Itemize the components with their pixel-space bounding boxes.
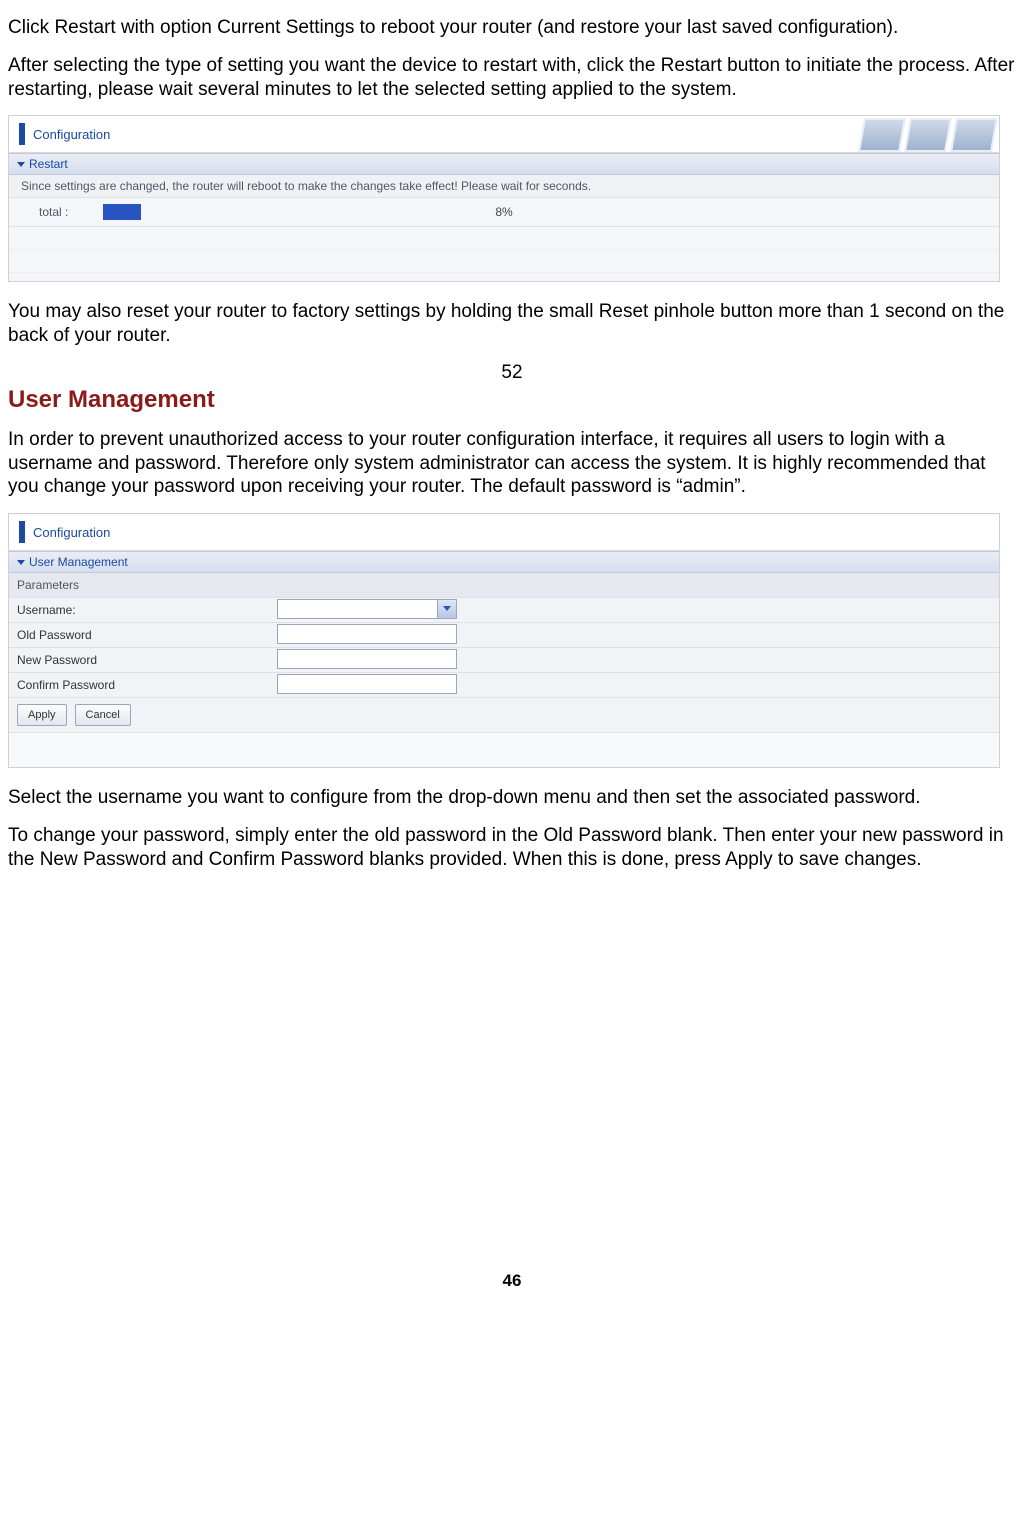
mid-page-number: 52 — [8, 362, 1016, 384]
cancel-button[interactable]: Cancel — [75, 704, 131, 726]
screenshot-user-management: Configuration User Management Parameters… — [8, 513, 1000, 768]
config-header-2: Configuration — [9, 514, 999, 551]
user-mgmt-section-label: User Management — [29, 555, 128, 569]
username-select[interactable] — [277, 599, 457, 619]
row-username: Username: — [9, 598, 999, 623]
dropdown-arrow-icon[interactable] — [437, 600, 456, 618]
parameters-subheader: Parameters — [9, 573, 999, 598]
header-accent-bar-2 — [19, 521, 25, 543]
config-header: Configuration — [9, 116, 999, 153]
header-accent-bar — [19, 123, 25, 145]
screenshot-restart: Configuration Restart Since settings are… — [8, 115, 1000, 282]
restart-section-bar: Restart — [9, 153, 999, 175]
parameters-label: Parameters — [17, 578, 79, 592]
paragraph-factory-reset: You may also reset your router to factor… — [8, 300, 1016, 348]
blank-rows — [9, 227, 999, 281]
username-label: Username: — [17, 603, 277, 617]
button-row: Apply Cancel — [9, 698, 999, 733]
header-art — [825, 116, 999, 152]
user-management-heading: User Management — [8, 386, 1016, 414]
confirm-password-label: Confirm Password — [17, 678, 277, 692]
paragraph-select-username: Select the username you want to configur… — [8, 786, 1016, 810]
row-new-password: New Password — [9, 648, 999, 673]
user-mgmt-section-bar: User Management — [9, 551, 999, 573]
row-old-password: Old Password — [9, 623, 999, 648]
config-title: Configuration — [33, 127, 110, 142]
paragraph-restart-process: After selecting the type of setting you … — [8, 54, 1016, 102]
chevron-down-icon — [17, 162, 25, 167]
chevron-down-icon — [17, 560, 25, 565]
old-password-input[interactable] — [277, 624, 457, 644]
progress-percent: 8% — [21, 205, 987, 219]
paragraph-restart-option: Click Restart with option Current Settin… — [8, 16, 1016, 40]
paragraph-user-mgmt-intro: In order to prevent unauthorized access … — [8, 428, 1016, 499]
apply-button[interactable]: Apply — [17, 704, 67, 726]
restart-section-label: Restart — [29, 157, 68, 171]
page-number: 46 — [8, 1271, 1016, 1291]
confirm-password-input[interactable] — [277, 674, 457, 694]
new-password-label: New Password — [17, 653, 277, 667]
blank-rows-2 — [9, 733, 999, 767]
config-title-2: Configuration — [33, 525, 110, 540]
new-password-input[interactable] — [277, 649, 457, 669]
row-confirm-password: Confirm Password — [9, 673, 999, 698]
old-password-label: Old Password — [17, 628, 277, 642]
paragraph-change-password: To change your password, simply enter th… — [8, 824, 1016, 872]
restart-info-text: Since settings are changed, the router w… — [9, 175, 999, 198]
restart-progress-row: total : 8% — [9, 198, 999, 227]
